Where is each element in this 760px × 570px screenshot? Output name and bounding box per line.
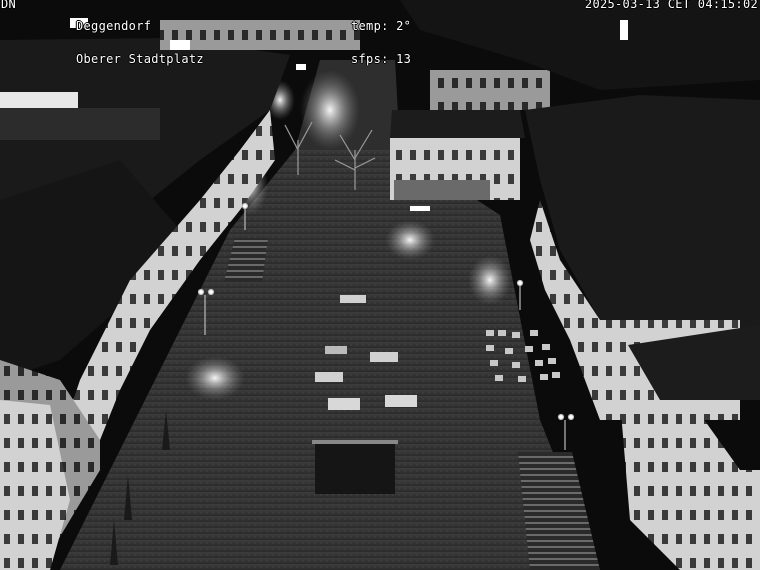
planter xyxy=(370,352,398,362)
city-name: Deggendorf xyxy=(76,19,152,33)
back-building-arcade xyxy=(394,180,490,200)
camera-location-label: Deggendorf Oberer Stadtplatz xyxy=(76,0,204,87)
planter xyxy=(325,346,347,354)
fountain-basin xyxy=(315,444,395,494)
webcam-frame: DN Deggendorf Oberer Stadtplatz temp: 2°… xyxy=(0,0,760,570)
far-left-building xyxy=(0,108,160,140)
planter xyxy=(315,372,343,382)
fountain-rim xyxy=(312,440,398,444)
back-roof xyxy=(390,110,525,138)
fps-readout: sfps: 13 xyxy=(351,52,412,66)
planter xyxy=(385,395,417,407)
distant-building xyxy=(430,70,550,110)
street-light-glow xyxy=(185,356,245,400)
square-name: Oberer Stadtplatz xyxy=(76,52,204,66)
street-light-glow xyxy=(468,255,512,305)
planter xyxy=(340,295,366,303)
camera-stats: temp: 2° sfps: 13 xyxy=(351,0,411,87)
planter xyxy=(328,398,360,410)
timestamp: 2025-03-13 CET 04:15:02 xyxy=(584,0,758,11)
temperature-readout: temp: 2° xyxy=(351,19,412,33)
camera-station-code: DN xyxy=(1,0,17,11)
lit-sign xyxy=(0,92,78,108)
street-light-glow xyxy=(385,220,435,260)
